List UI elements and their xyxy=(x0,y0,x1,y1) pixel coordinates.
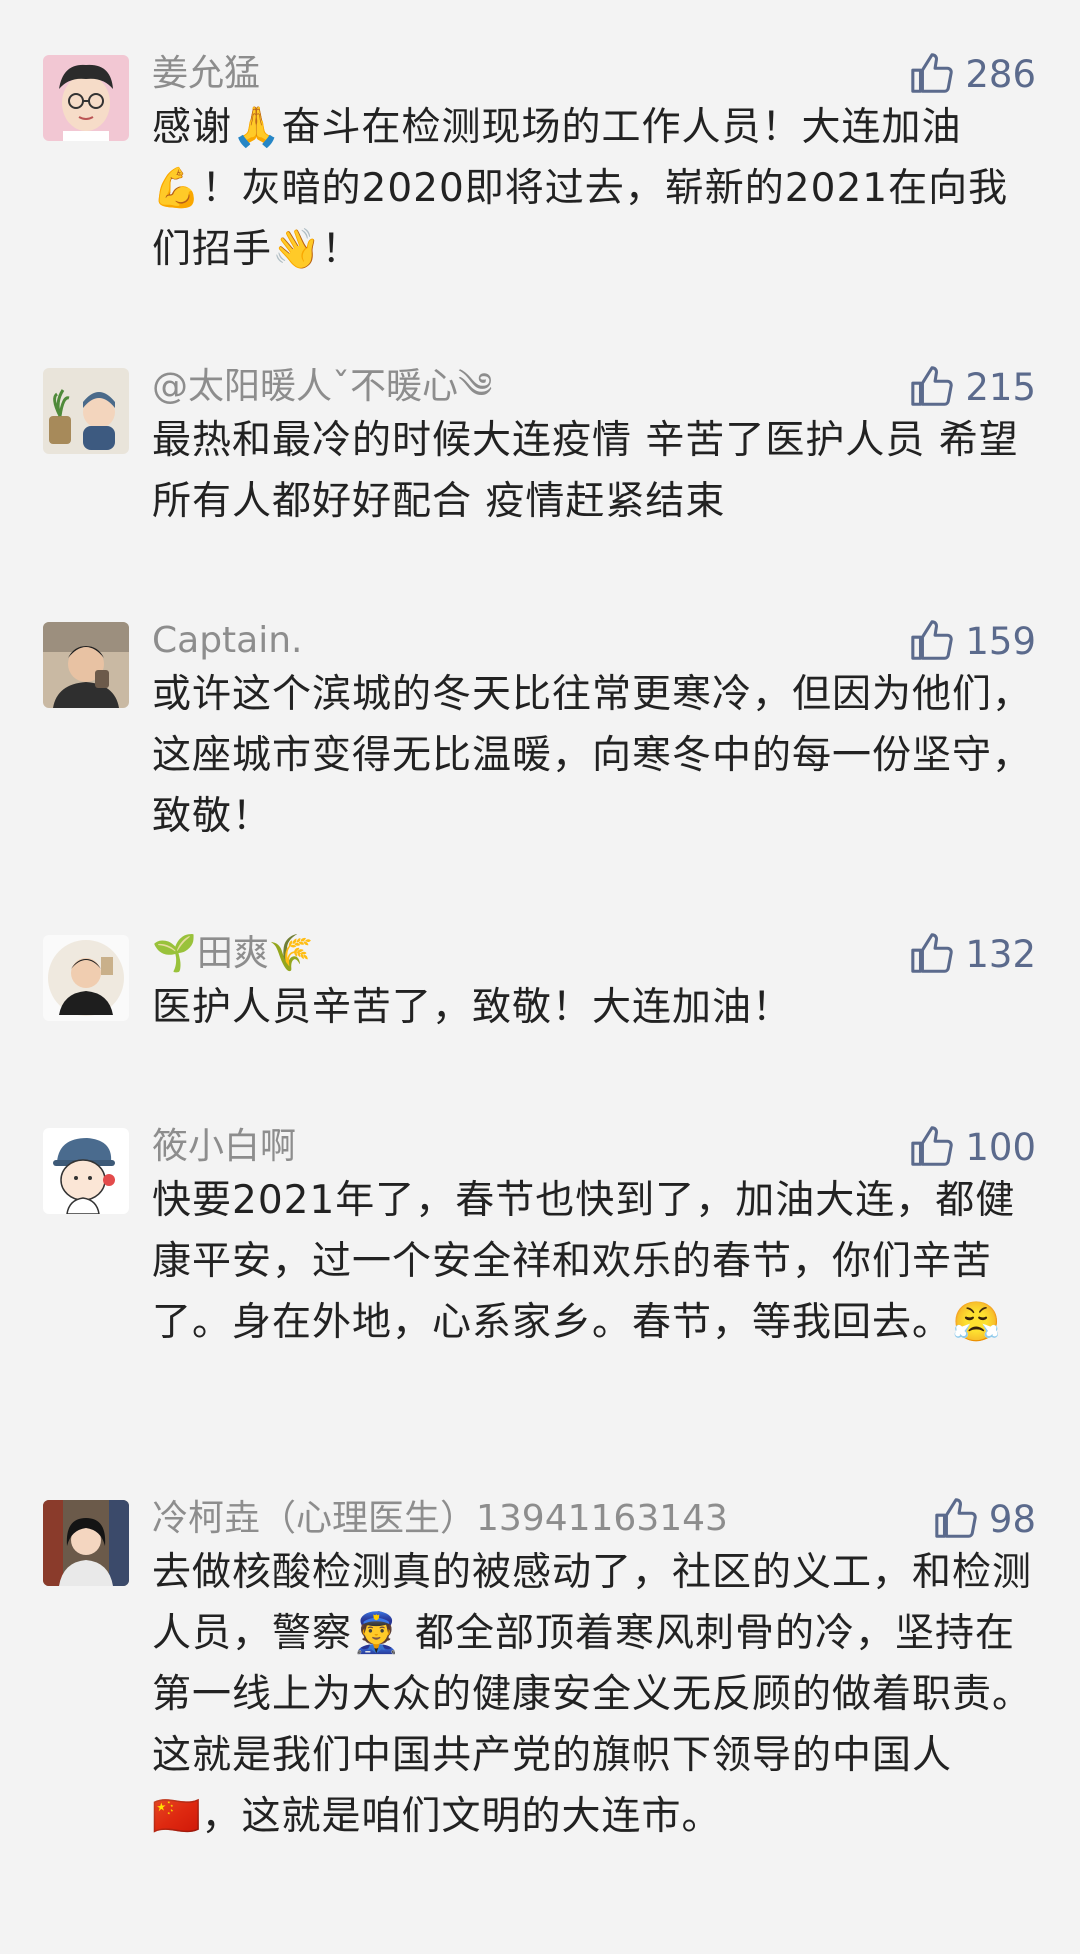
username[interactable]: 筱小白啊 xyxy=(152,1124,296,1170)
avatar[interactable] xyxy=(43,55,129,141)
thumbs-up-icon xyxy=(911,620,954,660)
username[interactable]: 冷柯垚（心理医生）13941163143 xyxy=(152,1496,728,1542)
like-count: 132 xyxy=(965,932,1036,976)
avatar[interactable] xyxy=(43,622,129,708)
like-button[interactable]: 98 xyxy=(933,1496,1036,1542)
avatar[interactable] xyxy=(43,935,129,1021)
username[interactable]: 姜允猛 xyxy=(152,51,260,97)
like-count: 215 xyxy=(965,365,1036,409)
thumbs-up-icon xyxy=(911,933,954,973)
like-count: 286 xyxy=(965,52,1036,96)
like-button[interactable]: 215 xyxy=(909,364,1036,410)
avatar[interactable] xyxy=(43,1128,129,1214)
thumbs-up-icon xyxy=(911,53,954,93)
thumbs-up-icon xyxy=(935,1498,977,1538)
comment-text: 去做核酸检测真的被感动了，社区的义工，和检测人员，警察👮 都全部顶着寒风刺骨的冷… xyxy=(152,1550,1033,1839)
avatar[interactable] xyxy=(43,1500,129,1586)
comment-text: 或许这个滨城的冬天比往常更寒冷，但因为他们，这座城市变得无比温暖，向寒冬中的每一… xyxy=(152,672,1033,839)
thumbs-up-icon xyxy=(911,1126,954,1166)
like-count: 100 xyxy=(965,1125,1036,1169)
like-button[interactable]: 132 xyxy=(909,931,1036,977)
username[interactable]: 🌱田爽🌾 xyxy=(152,931,314,977)
username[interactable]: @太阳暖人ˇ不暖心༄ xyxy=(152,364,492,410)
like-count: 98 xyxy=(988,1497,1036,1541)
like-button[interactable]: 100 xyxy=(909,1124,1036,1170)
comment-text: 最热和最冷的时候大连疫情 辛苦了医护人员 希望所有人都好好配合 疫情赶紧结束 xyxy=(152,418,1019,524)
thumbs-up-icon xyxy=(911,366,954,406)
comment-text: 快要2021年了，春节也快到了，加油大连，都健康平安，过一个安全祥和欢乐的春节，… xyxy=(152,1178,1016,1345)
comment-text: 感谢🙏奋斗在检测现场的工作人员！大连加油💪！灰暗的2020即将过去，崭新的202… xyxy=(152,105,1009,272)
like-count: 159 xyxy=(965,619,1036,663)
username[interactable]: Captain. xyxy=(152,618,303,664)
like-button[interactable]: 286 xyxy=(909,51,1036,97)
comment-text: 医护人员辛苦了，致敬！大连加油！ xyxy=(152,985,793,1030)
avatar[interactable] xyxy=(43,368,129,454)
like-button[interactable]: 159 xyxy=(909,618,1036,664)
